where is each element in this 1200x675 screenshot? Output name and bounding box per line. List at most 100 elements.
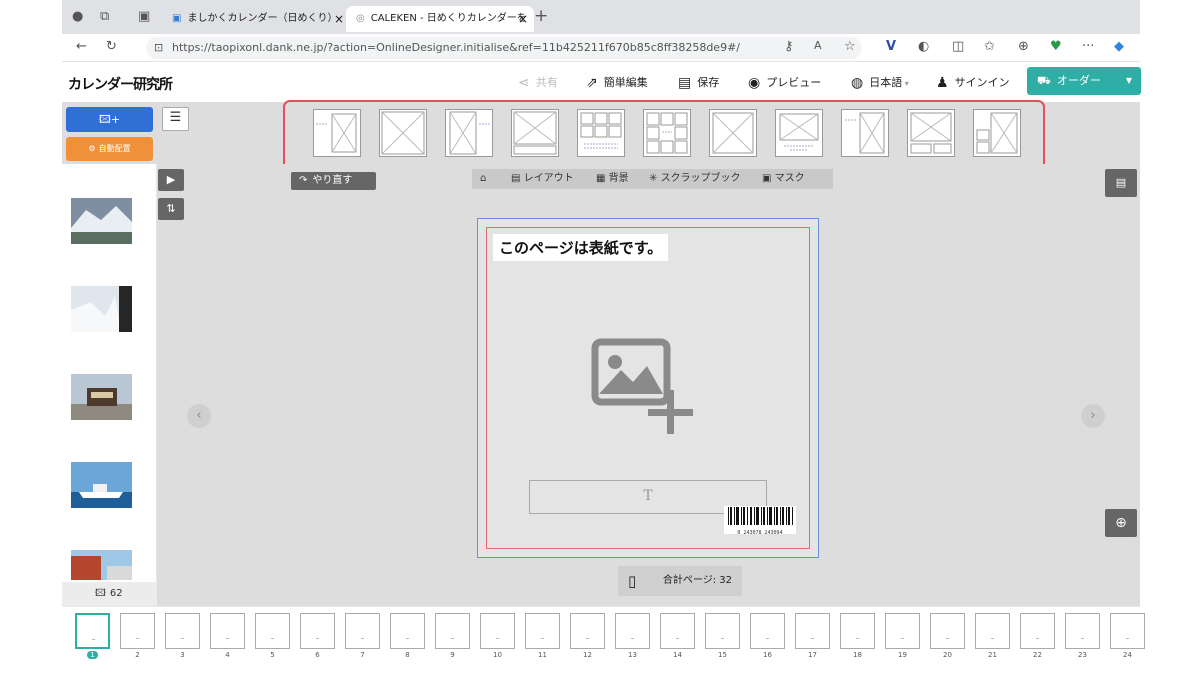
- photo-thumbnail[interactable]: [71, 374, 132, 420]
- favorites-icon[interactable]: ✩: [984, 39, 995, 54]
- key-icon[interactable]: ⚷: [784, 39, 794, 54]
- url-field[interactable]: ⊡ https://taopixonl.dank.ne.jp/?action=O…: [146, 37, 862, 59]
- page-thumbnail[interactable]: [1020, 613, 1055, 649]
- document-icon: ▤: [1115, 176, 1127, 189]
- more-menu-icon[interactable]: ···: [1082, 39, 1094, 54]
- page-number: 24: [1110, 651, 1145, 659]
- prev-page-arrow[interactable]: ‹: [187, 404, 211, 428]
- extension-icon[interactable]: ◐: [918, 39, 929, 54]
- page-thumbnail[interactable]: [750, 613, 785, 649]
- auto-place-button[interactable]: ⚙ 自動配置: [66, 137, 153, 161]
- page-thumbnail[interactable]: [1110, 613, 1145, 649]
- page-thumbnail[interactable]: [705, 613, 740, 649]
- read-aloud-icon[interactable]: A: [814, 39, 822, 52]
- language-selector[interactable]: ◍ 日本語 ▾: [851, 74, 909, 91]
- page-thumbnail[interactable]: [165, 613, 200, 649]
- share-button[interactable]: ⋖ 共有: [518, 74, 558, 91]
- preview-button[interactable]: ◉ プレビュー: [748, 74, 821, 91]
- tab-scrapbook[interactable]: ✳ スクラップブック: [641, 169, 769, 189]
- site-logo[interactable]: カレンダー研究所: [68, 74, 173, 94]
- layout-thumbnail[interactable]: [313, 109, 361, 157]
- save-button[interactable]: ▤ 保存: [678, 74, 719, 91]
- next-page-arrow[interactable]: ›: [1081, 404, 1105, 428]
- back-icon[interactable]: ←: [76, 39, 87, 54]
- photo-thumbnail[interactable]: [71, 462, 132, 508]
- add-image-icon[interactable]: [589, 336, 699, 436]
- copilot-icon[interactable]: ◆: [1114, 39, 1124, 54]
- page-number-label: 8: [405, 651, 410, 659]
- favicon-icon: ▣: [172, 13, 182, 24]
- signin-button[interactable]: ♟ サインイン: [936, 74, 1010, 91]
- layout-thumbnail[interactable]: [907, 109, 955, 157]
- page-thumbnail[interactable]: [435, 613, 470, 649]
- edit-share-icon: ⇗: [586, 75, 598, 91]
- expand-panel-button[interactable]: ▶: [158, 169, 184, 191]
- layout-thumbnail[interactable]: [577, 109, 625, 157]
- page-settings-button[interactable]: ▤: [1105, 169, 1137, 197]
- layout-thumbnail[interactable]: [709, 109, 757, 157]
- close-tab-icon[interactable]: ×: [334, 6, 344, 32]
- layout-thumbnail[interactable]: [973, 109, 1021, 157]
- page-thumbnail-mark: [316, 638, 319, 639]
- calendar-cover-page[interactable]: このページは表紙です。 T 0 243078 243094: [477, 218, 819, 558]
- layout-thumbnail[interactable]: [511, 109, 559, 157]
- quick-edit-button[interactable]: ⇗ 簡単編集: [586, 74, 648, 91]
- page-thumbnail[interactable]: [570, 613, 605, 649]
- page-thumbnail[interactable]: [795, 613, 830, 649]
- layout-thumbnail[interactable]: [379, 109, 427, 157]
- tab-actions-icon[interactable]: ▣: [138, 9, 150, 24]
- page-thumbnail[interactable]: [390, 613, 425, 649]
- page-thumbnail[interactable]: [840, 613, 875, 649]
- browser-essentials-icon[interactable]: ♥: [1050, 39, 1062, 54]
- page-thumbnail[interactable]: [75, 613, 110, 649]
- order-button[interactable]: ⛟ オーダー ▼: [1027, 67, 1141, 95]
- add-photo-button[interactable]: 🖾+: [66, 107, 153, 132]
- page-thumbnail[interactable]: [300, 613, 335, 649]
- layout-thumbnail[interactable]: [841, 109, 889, 157]
- tab-mashikaku[interactable]: ▣ ましかくカレンダー（日めくり）- ×: [162, 6, 350, 32]
- page-thumbnail-mark: [946, 638, 949, 639]
- page-number-label: 16: [763, 651, 772, 659]
- page-thumbnail[interactable]: [255, 613, 290, 649]
- new-tab-button[interactable]: +: [534, 6, 548, 26]
- tab-caleken[interactable]: ◎ CALEKEN - 日めくりカレンダーを ×: [346, 6, 534, 32]
- sort-button[interactable]: ⇅: [158, 198, 184, 220]
- page-thumbnail[interactable]: [885, 613, 920, 649]
- layout-thumbnail[interactable]: [643, 109, 691, 157]
- zoom-in-button[interactable]: ⊕: [1105, 509, 1137, 537]
- tab-mask[interactable]: ▣ マスク: [754, 169, 833, 189]
- page-thumbnail[interactable]: [345, 613, 380, 649]
- layout-thumbnail[interactable]: [775, 109, 823, 157]
- close-tab-icon[interactable]: ×: [518, 6, 528, 32]
- refresh-icon[interactable]: ↻: [106, 39, 117, 54]
- workspaces-icon[interactable]: ⧉: [100, 9, 109, 24]
- page-thumbnail[interactable]: [930, 613, 965, 649]
- chevron-down-icon: ▾: [902, 79, 909, 88]
- page-thumbnail[interactable]: [525, 613, 560, 649]
- photo-thumbnail[interactable]: [71, 286, 132, 332]
- photo-thumbnail[interactable]: [71, 198, 132, 244]
- page-thumbnail-mark: [811, 638, 814, 639]
- page-thumbnail[interactable]: [480, 613, 515, 649]
- split-screen-icon[interactable]: ◫: [952, 39, 964, 54]
- page-thumbnail[interactable]: [1065, 613, 1100, 649]
- page-thumbnail[interactable]: [120, 613, 155, 649]
- page-thumbnail[interactable]: [975, 613, 1010, 649]
- collections-icon[interactable]: ⊕: [1018, 39, 1029, 54]
- photo-thumbnail[interactable]: [71, 550, 132, 580]
- page-number: 9: [435, 651, 470, 659]
- profile-icon[interactable]: ●: [72, 9, 83, 24]
- layout-thumbnail[interactable]: [445, 109, 493, 157]
- total-pages: ▯ 合計ページ: 32: [618, 566, 742, 596]
- extension-v-icon[interactable]: V: [886, 39, 896, 54]
- page-filmstrip: 1 2 3 4 5 6 7 8 9 10 11 12 13 14 15 16 17 18 19 20 21 22 23 24: [62, 606, 1145, 675]
- page-thumbnail[interactable]: [660, 613, 695, 649]
- list-icon: ☰: [169, 110, 182, 125]
- pages-icon: ▯: [628, 572, 637, 590]
- favorite-star-icon[interactable]: ☆: [844, 39, 856, 54]
- redo-button[interactable]: ↷ やり直す: [291, 172, 376, 190]
- page-thumbnail[interactable]: [210, 613, 245, 649]
- page-thumbnail[interactable]: [615, 613, 650, 649]
- list-view-button[interactable]: ☰: [162, 107, 189, 131]
- home-icon: ⌂: [480, 173, 487, 184]
